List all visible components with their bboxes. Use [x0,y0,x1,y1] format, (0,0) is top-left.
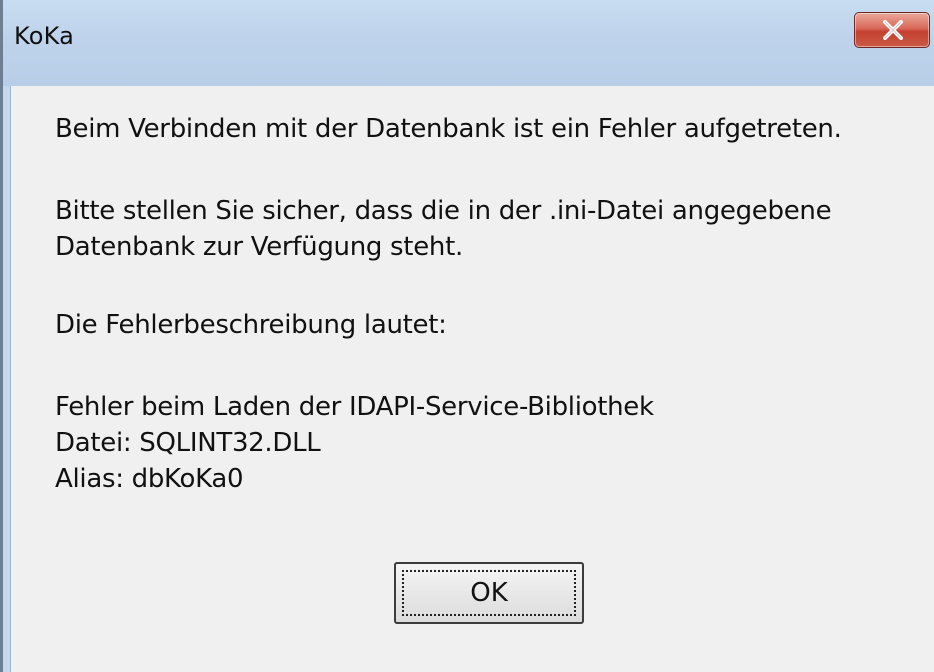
close-x-icon [883,20,903,40]
close-button[interactable] [854,12,930,48]
message-line-error-detail: Fehler beim Laden der IDAPI-Service-Bibl… [55,392,654,422]
message-line-alias: Alias: dbKoKa0 [55,464,244,494]
ok-button-label: OK [402,570,576,616]
message-line-error: Beim Verbinden mit der Datenbank ist ein… [55,114,842,144]
message-line-instruction: Bitte stellen Sie sicher, dass die in de… [55,196,832,226]
dialog-window: KoKa Beim Verbinden mit der Datenbank is… [0,0,934,672]
dialog-body: Beim Verbinden mit der Datenbank ist ein… [10,86,934,672]
title-bar[interactable]: KoKa [3,0,934,86]
message-line-description-label: Die Fehlerbeschreibung lautet: [55,310,447,340]
window-title: KoKa [14,22,75,50]
message-line-instruction-cont: Datenbank zur Verfügung steht. [55,232,463,262]
ok-button[interactable]: OK [394,562,584,624]
message-line-file: Datei: SQLINT32.DLL [55,428,321,458]
